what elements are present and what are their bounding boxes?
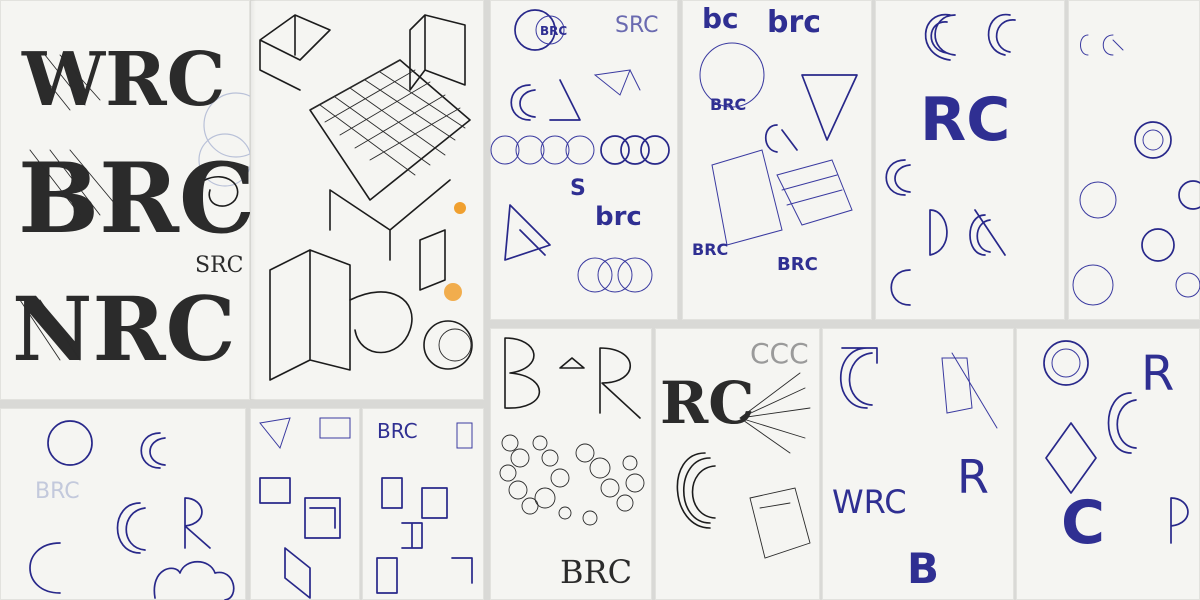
sketch-page-wrc-ink: WRC R B [822,328,1014,600]
sketch-b-ink: B [907,544,939,593]
sketch-ccc: CCC [750,337,809,370]
sketch-brc: BRC [18,142,250,255]
sketch-page-3d-grid [250,0,484,400]
ink-wrc-sketches: WRC R B [832,347,998,593]
sketch-page-c-ink-bottom: BRC [0,408,246,600]
sketch-page-brc-bubbles: BRC [490,328,652,600]
sketch-brc-outline: BRC [560,553,632,591]
sketch-page-wrc-brc-nrc: WRC BRC NRC SRC [0,0,250,400]
sketch-brc-bottom-right: BRC [777,254,818,275]
pencil-rc-sketches: CCC RC [660,337,811,559]
sketch-nrc: NRC [12,277,236,381]
sketch-brc-lower: brc [767,5,821,40]
sketch-bc: bc [702,2,739,35]
ink-circle-sketches: bc brc BRC BRC BRC [692,2,858,275]
sketch-page-brc-ink: BRC SRC S brc [490,0,678,320]
sketch-page-brc-circle: bc brc BRC BRC BRC [682,0,872,320]
isometric-grid-sketch [259,14,473,381]
sketch-r-top: R [1141,346,1174,402]
ink-rc-sketches: RC [885,13,1016,306]
sketch-wrc-ink: WRC [832,483,907,521]
sketch-brc-bold: brc [595,202,642,232]
ink-geometric-sketches-b: BRC [376,419,473,594]
sketch-page-rc-pencil: CCC RC [655,328,820,600]
sketch-page-c-geometric: R C [1016,328,1200,600]
sketch-page-c-variants [1068,0,1200,320]
pencil-bubble-sketches: BRC [499,337,645,591]
sketch-crc: BRC [377,419,418,443]
sketch-c-large: C [1061,488,1105,558]
sketch-brc-bottom-left: BRC [692,240,728,259]
ink-brc-sketches: BRC SRC S brc [490,9,670,293]
sketch-s: S [570,176,586,201]
sketch-brc-circle-text: BRC [710,95,746,114]
sketch-page-geometric-a [250,408,360,600]
sketch-brc-small: BRC [540,24,567,38]
sketch-wrc: WRC [21,37,226,123]
sketch-rc: RC [920,85,1010,155]
sketch-r-ink: R [957,450,989,504]
ink-c-variant-sketches [1072,34,1200,306]
ink-geometric-sketches [259,417,351,599]
sketch-page-geometric-b: BRC [362,408,484,600]
sketch-rc-pencil: RC [660,369,754,437]
ink-c-geometric-sketches: R C [1043,340,1189,558]
pencil-letter-sketches: WRC BRC NRC SRC [12,37,250,381]
sketch-src: SRC [195,253,243,278]
sketch-brc-ghost: BRC [35,479,80,504]
sketch-src-ink: SRC [615,13,659,38]
ink-c-sketches: BRC [29,420,235,600]
sketch-page-rc: RC [875,0,1065,320]
bubble-cluster [499,434,645,526]
